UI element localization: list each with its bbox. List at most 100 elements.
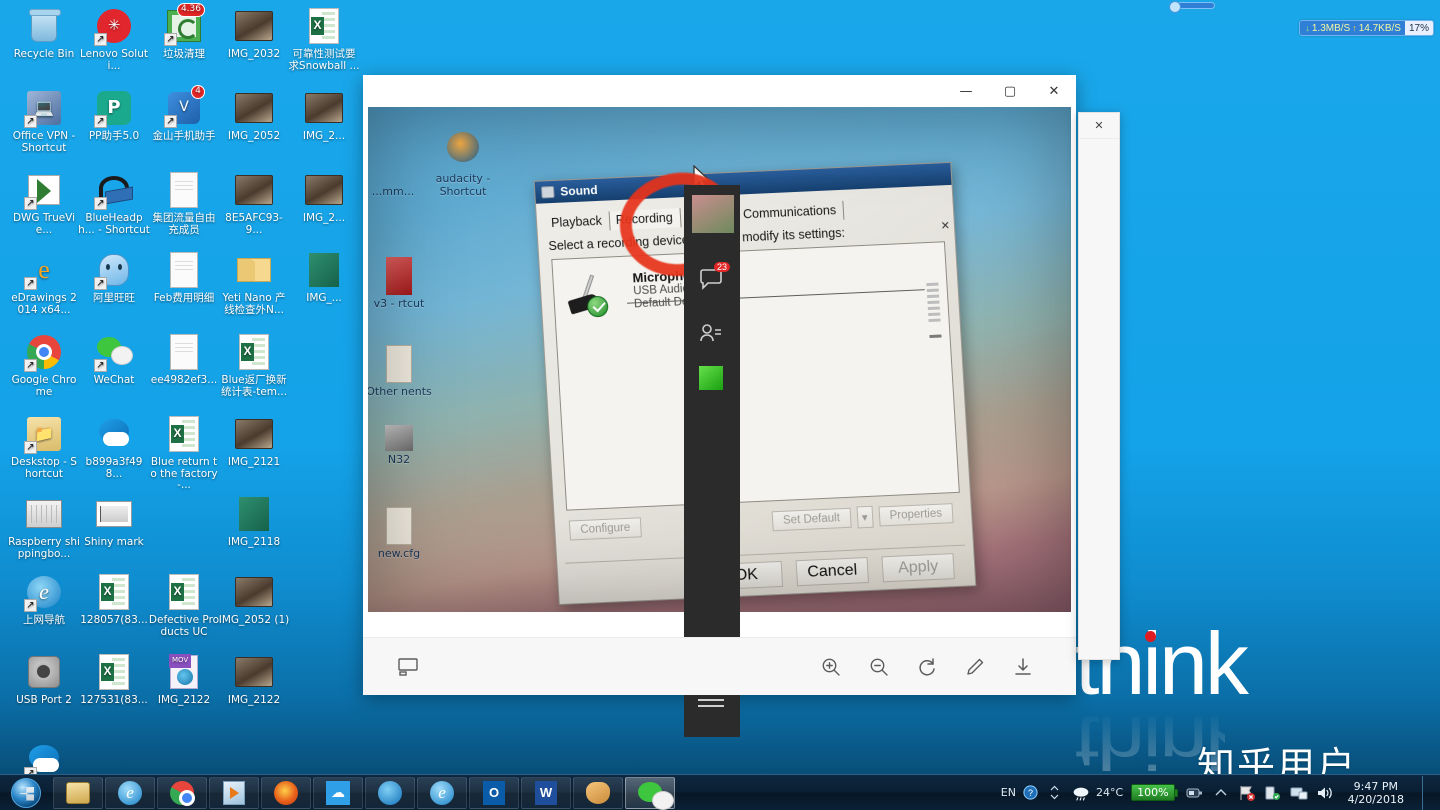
desktop-icon-label: 上网导航 [23,614,65,626]
desktop-icon[interactable]: ↗ 4.36 垃圾清理 [148,3,220,61]
desktop-icon-label: IMG_2... [302,130,346,142]
desktop-icon[interactable]: 8E5AFC93-9... [218,170,290,236]
ie-icon: e [429,780,455,806]
desktop-icon[interactable]: IMG_2032 [218,6,290,61]
system-tray[interactable]: EN ? 24°C 100% 9:47 PM 4/20/2018 [1001,775,1440,810]
desktop-icon[interactable]: e ↗ eDrawings 2014 x64... [8,250,80,316]
desktop-icon[interactable]: IMG_2121 [218,414,290,469]
download-icon[interactable] [1012,656,1034,678]
edit-pen-icon[interactable] [964,656,986,678]
cube-icon[interactable] [694,363,728,393]
taskbar-item-media-player[interactable] [209,776,259,809]
desktop-icon[interactable]: Shiny mark [78,494,150,549]
desktop-icon[interactable]: ↗ DWG TrueVie... [8,170,80,236]
viewer-toolbar[interactable] [363,637,1076,695]
zoom-out-icon[interactable] [868,656,890,678]
desktop-icon[interactable]: 127531(83... [78,652,150,707]
help-icon[interactable]: ? [1022,784,1040,802]
taskbar-task-list[interactable]: e ☁ e O W [52,776,676,810]
doc-icon [164,332,204,372]
desktop-widget-bar[interactable] [1169,1,1215,13]
taskbar-item-baidu-netdisk[interactable]: ☁ [313,776,363,809]
chevron-updown-icon[interactable] [1046,784,1064,802]
side-panel[interactable]: ✕ [1078,112,1120,660]
desktop-icon[interactable]: IMG_2122 [148,652,220,707]
mail-icon [234,250,274,290]
action-flag-icon[interactable] [1238,784,1256,802]
desktop-icon[interactable]: ↗ Google Chrome [8,332,80,398]
photo-viewer-window[interactable]: — ▢ ✕ audacity - Shortcut ...mm... v3 - … [363,75,1076,737]
desktop-icon[interactable]: IMG_2... [288,170,360,225]
start-button[interactable] [0,776,52,810]
desktop-icon[interactable]: ↗ BlueHeadph... - Shortcut [78,170,150,236]
desktop-icon[interactable]: ↗ 阿里旺旺 [78,250,150,305]
contacts-icon[interactable] [694,318,728,348]
desktop-icon[interactable]: USB Port 2 [8,652,80,707]
thinkpad-logo-dot [1145,631,1156,642]
taskbar-item-qq-browser[interactable] [365,776,415,809]
desktop-icon[interactable]: Blue返厂换新统计表-tem... [218,332,290,398]
taskbar-item-file-explorer[interactable] [53,776,103,809]
side-panel-close-button[interactable]: ✕ [1079,113,1119,139]
network-icon[interactable] [1290,784,1308,802]
desktop-icon[interactable]: Raspberry shippingbo... [8,494,80,560]
desktop-icon[interactable]: 📁 ↗ Deskstop - Shortcut [8,414,80,480]
excel-icon [164,572,204,612]
desktop-icon[interactable]: e ↗ 上网导航 [8,572,80,627]
language-indicator[interactable]: EN [1001,786,1016,799]
avatar[interactable] [692,195,734,233]
chat-icon[interactable]: 23 [694,262,730,295]
desktop-icon[interactable]: V ↗ 4 金山手机助手 [148,85,220,143]
battery-indicator[interactable]: 100% [1131,784,1178,801]
zoom-in-icon[interactable] [820,656,842,678]
desktop-icon[interactable]: ee4982ef3... [148,332,220,387]
desktop-icon-label: USB Port 2 [16,694,72,706]
svg-text:?: ? [1028,788,1033,798]
taskbar-item-paint[interactable] [573,776,623,809]
taskbar[interactable]: e ☁ e O W EN ? 24°C 100% 9:47 PM 4/20/20… [0,774,1440,810]
network-speed-widget[interactable]: ↓ 1.3MB/S ↑ 14.7KB/S 17% [1299,20,1434,36]
desktop-icon[interactable]: IMG_2052 [218,88,290,143]
show-hidden-icons-icon[interactable] [1212,784,1230,802]
show-desktop-button[interactable] [1422,775,1432,810]
desktop-icon[interactable]: 128057(83... [78,572,150,627]
mov-icon [164,652,204,692]
taskbar-item-internet-explorer-2[interactable]: e [417,776,467,809]
weather-widget[interactable]: 24°C [1072,784,1123,802]
volume-icon[interactable] [1316,784,1334,802]
desktop-icon[interactable]: Defective Products UC [148,572,220,638]
desktop-icon[interactable]: 💻 ↗ Office VPN - Shortcut [8,88,80,154]
desktop-icon[interactable]: IMG_2122 [218,652,290,707]
taskbar-item-outlook[interactable]: O [469,776,519,809]
power-plug-icon[interactable] [1186,784,1204,802]
desktop-icon[interactable]: b899a3f498... [78,414,150,480]
desktop-icon[interactable]: P ↗ PP助手5.0 [78,88,150,143]
desktop-icon[interactable]: 可靠性测试要求Snowball ... [288,6,360,72]
desktop-icon-label: IMG_2052 (1) [218,614,290,626]
desktop-icon[interactable]: Yeti Nano 产线检查外N... [218,250,290,316]
desktop-icon[interactable]: IMG_2052 (1) [218,572,290,627]
desktop-icon-label: DWG TrueVie... [12,212,76,236]
desktop-icon[interactable]: ↗ WeChat [78,332,150,387]
taskbar-item-wechat[interactable] [625,776,675,810]
desktop-icon[interactable]: IMG_... [288,250,360,305]
desktop-icon[interactable]: Feb费用明细 [148,250,220,305]
minimize-button[interactable]: — [944,75,988,107]
desktop-icon[interactable]: ✳ ↗ Lenovo Soluti... [78,6,150,72]
safely-remove-hardware-icon[interactable] [1264,784,1282,802]
taskbar-item-google-chrome[interactable] [157,776,207,809]
close-button[interactable]: ✕ [1032,75,1076,107]
taskbar-item-firefox[interactable] [261,776,311,809]
desktop-icon[interactable]: 集团流量自由充成员 [148,170,220,236]
taskbar-item-word[interactable]: W [521,776,571,809]
clock[interactable]: 9:47 PM 4/20/2018 [1342,780,1410,806]
desktop-icon[interactable]: IMG_2118 [218,494,290,549]
fit-to-screen-icon[interactable] [397,656,419,678]
desktop-icon[interactable]: Blue return to the factory-... [148,414,220,492]
viewer-titlebar[interactable]: — ▢ ✕ [363,75,1076,107]
taskbar-item-internet-explorer[interactable]: e [105,776,155,809]
desktop-icon[interactable]: IMG_2... [288,88,360,143]
rotate-icon[interactable] [916,656,938,678]
desktop-icon[interactable]: Recycle Bin [8,6,80,61]
maximize-button[interactable]: ▢ [988,75,1032,107]
